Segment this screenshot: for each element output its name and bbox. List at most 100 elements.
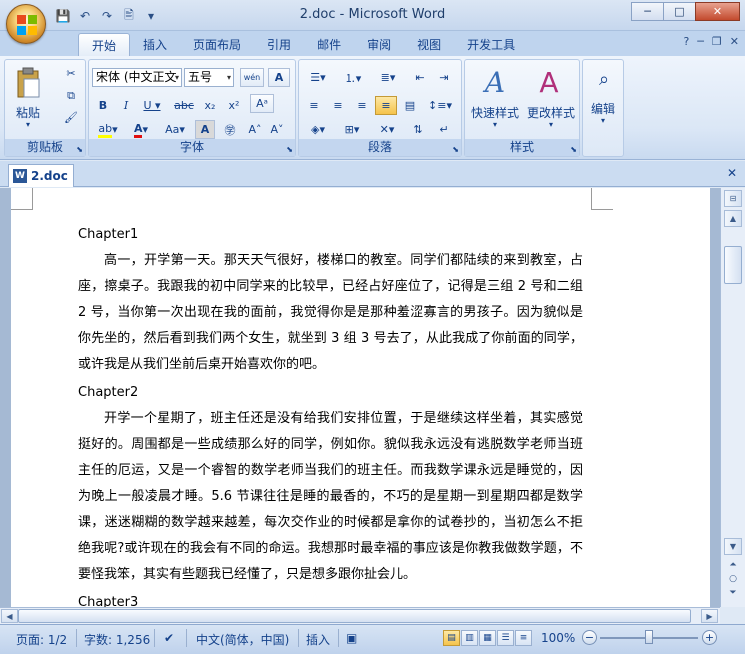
clear-formatting-button[interactable]: Aᵃ xyxy=(250,94,274,113)
tab-review[interactable]: 审阅 xyxy=(354,33,404,56)
scroll-left-icon[interactable]: ◀ xyxy=(1,609,18,623)
close-document-icon[interactable]: ✕ xyxy=(727,166,737,180)
zoom-level[interactable]: 100% xyxy=(541,631,575,645)
close-button[interactable]: ✕ xyxy=(695,2,740,21)
font-launcher-icon[interactable]: ⬊ xyxy=(286,145,293,154)
maximize-button[interactable]: □ xyxy=(663,2,696,21)
paste-button[interactable]: 粘贴 xyxy=(11,104,45,121)
grow-font-button[interactable]: A˄ xyxy=(245,120,265,139)
office-button[interactable] xyxy=(6,4,46,44)
full-screen-reading-view-button[interactable]: ▥ xyxy=(461,630,478,646)
cut-icon[interactable]: ✂ xyxy=(61,64,81,83)
paste-icon[interactable] xyxy=(11,64,45,102)
tab-insert[interactable]: 插入 xyxy=(130,33,180,56)
copy-icon[interactable]: ⧉ xyxy=(61,86,81,105)
bullets-button[interactable]: ☰▾ xyxy=(302,68,334,87)
ribbon-restore-icon[interactable]: ❐ xyxy=(712,35,722,48)
phonetic-guide-button[interactable]: wén xyxy=(240,68,264,87)
next-page-icon[interactable]: ⏷ xyxy=(724,586,742,599)
tab-mailings[interactable]: 邮件 xyxy=(304,33,354,56)
sort-button[interactable]: ⇅ xyxy=(407,120,429,139)
tab-page-layout[interactable]: 页面布局 xyxy=(180,33,254,56)
macro-recording-icon[interactable]: ▣ xyxy=(346,631,357,645)
change-case-button[interactable]: Aa▾ xyxy=(159,120,191,139)
insert-mode-indicator[interactable]: 插入 xyxy=(306,631,330,648)
print-layout-view-button[interactable]: ▤ xyxy=(443,630,460,646)
language-indicator[interactable]: 中文(简体，中国) xyxy=(196,631,289,648)
change-styles-icon[interactable]: A xyxy=(527,64,571,100)
zoom-slider-knob[interactable] xyxy=(645,630,653,644)
borders-button[interactable]: ⊞▾ xyxy=(337,120,367,139)
enclose-characters-button[interactable]: ㊫ xyxy=(219,120,241,139)
decrease-indent-button[interactable]: ⇤ xyxy=(409,68,431,87)
clipboard-launcher-icon[interactable]: ⬊ xyxy=(76,145,83,154)
line-spacing-button[interactable]: ↕≡▾ xyxy=(425,96,455,115)
word-count[interactable]: 字数: 1,256 xyxy=(84,631,150,648)
character-shading-button[interactable]: A xyxy=(195,120,215,139)
zoom-out-button[interactable]: − xyxy=(582,630,597,645)
tab-home[interactable]: 开始 xyxy=(78,33,131,56)
tab-references[interactable]: 引用 xyxy=(254,33,304,56)
proofing-icon[interactable]: ✔ xyxy=(164,631,174,645)
align-center-button[interactable]: ≡ xyxy=(327,96,349,115)
draft-view-button[interactable]: ≡ xyxy=(515,630,532,646)
superscript-button[interactable]: x² xyxy=(223,96,245,115)
highlight-color-button[interactable]: ab ▾ xyxy=(93,120,123,139)
justify-button[interactable]: ≡ xyxy=(375,96,397,115)
outline-view-button[interactable]: ☰ xyxy=(497,630,514,646)
web-layout-view-button[interactable]: ▦ xyxy=(479,630,496,646)
underline-button[interactable]: U ▾ xyxy=(139,96,165,115)
paragraph-launcher-icon[interactable]: ⬊ xyxy=(452,145,459,154)
document-page[interactable]: Chapter1 高一，开学第一天。那天天气很好，楼梯口的教室。同学们都陆续的来… xyxy=(11,188,710,607)
align-right-button[interactable]: ≡ xyxy=(351,96,373,115)
align-left-button[interactable]: ≡ xyxy=(303,96,325,115)
change-styles-dropdown-icon[interactable]: ▾ xyxy=(523,120,579,129)
binoculars-icon[interactable]: ⌕ xyxy=(591,64,617,94)
ribbon-close-icon[interactable]: ✕ xyxy=(730,35,739,48)
show-marks-button[interactable]: ↵ xyxy=(433,120,455,139)
font-name-combo[interactable]: 宋体 (中文正文 ▾ xyxy=(92,68,182,87)
font-size-combo[interactable]: 五号 ▾ xyxy=(184,68,234,87)
strikethrough-button[interactable]: abc xyxy=(171,96,197,115)
horizontal-scroll-thumb[interactable] xyxy=(18,609,691,623)
page-count[interactable]: 页面: 1/2 xyxy=(16,631,67,648)
horizontal-scrollbar[interactable]: ◀ ▶ xyxy=(0,607,720,624)
subscript-button[interactable]: x₂ xyxy=(199,96,221,115)
editing-dropdown-icon[interactable]: ▾ xyxy=(583,116,623,125)
vertical-scrollbar[interactable]: ⊟ ▲ ▼ ⏶ ○ ⏷ xyxy=(720,188,745,607)
bold-button[interactable]: B xyxy=(93,96,113,115)
ribbon-minimize-icon[interactable]: ─ xyxy=(697,35,704,48)
font-color-button[interactable]: A ▾ xyxy=(127,120,155,139)
shading-button[interactable]: ◈▾ xyxy=(303,120,333,139)
scroll-right-icon[interactable]: ▶ xyxy=(701,609,718,623)
format-painter-icon[interactable]: 🖌 xyxy=(61,108,81,127)
numbering-button[interactable]: ⒈▾ xyxy=(337,68,369,87)
select-browse-object-icon[interactable]: ○ xyxy=(724,572,742,585)
scroll-up-icon[interactable]: ▲ xyxy=(724,210,742,227)
previous-page-icon[interactable]: ⏶ xyxy=(724,558,742,571)
editing-button[interactable]: 编辑 xyxy=(583,100,623,117)
minimize-button[interactable]: ─ xyxy=(631,2,664,21)
change-styles-button[interactable]: 更改样式 xyxy=(523,104,579,121)
character-border-button[interactable]: A xyxy=(268,68,290,87)
increase-indent-button[interactable]: ⇥ xyxy=(433,68,455,87)
quick-styles-button[interactable]: 快速样式 xyxy=(467,104,523,121)
scroll-down-icon[interactable]: ▼ xyxy=(724,538,742,555)
styles-launcher-icon[interactable]: ⬊ xyxy=(570,145,577,154)
quick-styles-dropdown-icon[interactable]: ▾ xyxy=(467,120,523,129)
tab-developer[interactable]: 开发工具 xyxy=(454,33,528,56)
italic-button[interactable]: I xyxy=(116,96,136,115)
multilevel-list-button[interactable]: ≣▾ xyxy=(372,68,404,87)
tab-view[interactable]: 视图 xyxy=(404,33,454,56)
zoom-in-button[interactable]: + xyxy=(702,630,717,645)
quick-styles-icon[interactable]: A xyxy=(473,64,517,100)
distributed-button[interactable]: ▤ xyxy=(399,96,421,115)
vertical-scroll-thumb[interactable] xyxy=(724,246,742,284)
chinese-layout-button[interactable]: ✕▾ xyxy=(371,120,403,139)
help-icon[interactable]: ? xyxy=(683,35,689,48)
shrink-font-button[interactable]: A˅ xyxy=(267,120,287,139)
ruler-toggle-icon[interactable]: ⊟ xyxy=(724,190,742,207)
document-tab[interactable]: W 2.doc xyxy=(8,164,74,187)
document-text[interactable]: Chapter1 高一，开学第一天。那天天气很好，楼梯口的教室。同学们都陆续的来… xyxy=(78,222,583,607)
paste-dropdown-icon[interactable]: ▾ xyxy=(11,120,45,129)
